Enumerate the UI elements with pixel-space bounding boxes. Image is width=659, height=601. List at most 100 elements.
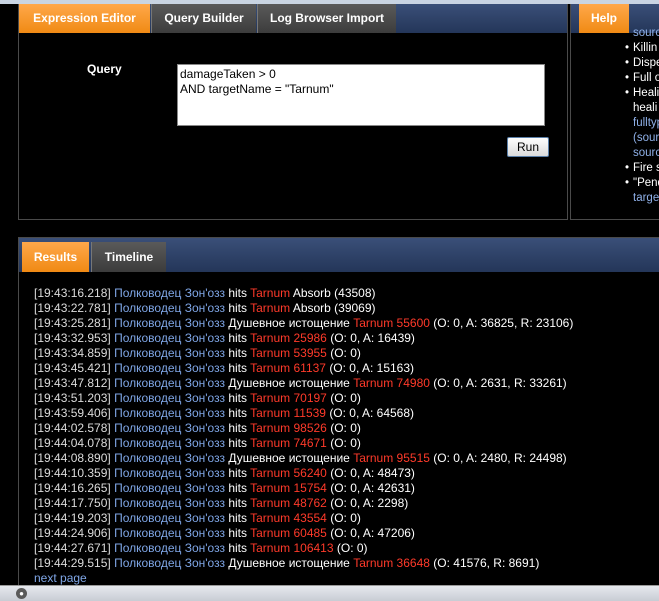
- tab-timeline[interactable]: Timeline: [91, 242, 166, 272]
- tab-log-browser-import[interactable]: Log Browser Import: [257, 4, 396, 33]
- help-link[interactable]: (sour: [633, 131, 659, 146]
- help-item-text: Fire s: [633, 162, 659, 174]
- log-timestamp: [19:44:10.359]: [34, 466, 111, 480]
- log-target: Tarnum: [250, 331, 291, 345]
- help-item: • Dispe: [571, 56, 659, 71]
- log-detail: (O: 0, A: 2480, R: 24498): [433, 451, 567, 465]
- log-action: hits: [228, 436, 247, 450]
- help-item[interactable]: sourc: [571, 146, 659, 161]
- log-source-link[interactable]: Полководец Зон'озз: [114, 451, 225, 465]
- log-source-link[interactable]: Полководец Зон'озз: [114, 526, 225, 540]
- log-detail: (O: 0, A: 16439): [330, 331, 415, 345]
- log-target: Tarnum: [250, 361, 291, 375]
- tab-expression-editor[interactable]: Expression Editor: [19, 4, 150, 33]
- log-timestamp: [19:44:16.265]: [34, 481, 111, 495]
- log-source-link[interactable]: Полководец Зон'озз: [114, 391, 225, 405]
- log-damage: 70197: [293, 391, 327, 405]
- log-target: Tarnum: [250, 436, 291, 450]
- log-action: hits: [228, 511, 247, 525]
- log-source-link[interactable]: Полководец Зон'озз: [114, 346, 225, 360]
- log-target: Tarnum: [353, 376, 394, 390]
- log-row: [19:43:47.812] Полководец Зон'озз Душевн…: [34, 376, 573, 391]
- log-source-link[interactable]: Полководец Зон'озз: [114, 481, 225, 495]
- log-row: [19:43:51.203] Полководец Зон'озз hits T…: [34, 391, 573, 406]
- log-row: [19:43:34.859] Полководец Зон'озз hits T…: [34, 346, 573, 361]
- log-target: Tarnum: [353, 451, 394, 465]
- next-page-row: next page: [34, 571, 573, 586]
- log-timestamp: [19:44:02.578]: [34, 421, 111, 435]
- log-damage: 25986: [293, 331, 327, 345]
- log-row: [19:44:27.671] Полководец Зон'озз hits T…: [34, 541, 573, 556]
- log-source-link[interactable]: Полководец Зон'озз: [114, 331, 225, 345]
- log-target: Tarnum: [250, 391, 291, 405]
- log-source-link[interactable]: Полководец Зон'озз: [114, 301, 225, 315]
- status-bar: ●: [0, 585, 659, 601]
- run-button[interactable]: Run: [507, 137, 549, 157]
- log-row: [19:44:16.265] Полководец Зон'озз hits T…: [34, 481, 573, 496]
- log-source-link[interactable]: Полководец Зон'озз: [114, 361, 225, 375]
- log-detail: (O: 0): [330, 391, 361, 405]
- log-timestamp: [19:44:08.890]: [34, 451, 111, 465]
- bullet-icon: •: [624, 57, 629, 69]
- log-source-link[interactable]: Полководец Зон'озз: [114, 541, 225, 555]
- help-link[interactable]: fulltyp: [633, 116, 659, 131]
- log-row: [19:44:19.203] Полководец Зон'озз hits T…: [34, 511, 573, 526]
- results-panel: Results Timeline [19:43:16.218] Полковод…: [18, 237, 659, 587]
- log-row: [19:44:04.078] Полководец Зон'озз hits T…: [34, 436, 573, 451]
- help-link[interactable]: sourc: [633, 26, 659, 41]
- log-source-link[interactable]: Полководец Зон'озз: [114, 466, 225, 480]
- tab-results[interactable]: Results: [22, 242, 89, 272]
- log-timestamp: [19:43:22.781]: [34, 301, 111, 315]
- log-timestamp: [19:43:34.859]: [34, 346, 111, 360]
- log-detail: (O: 0, A: 42631): [330, 481, 415, 495]
- log-target: Tarnum: [250, 346, 291, 360]
- log-source-link[interactable]: Полководец Зон'озз: [114, 511, 225, 525]
- help-item[interactable]: targe: [571, 191, 659, 206]
- log-damage: 74980: [396, 376, 430, 390]
- log-detail: (O: 0, A: 36825, R: 23106): [433, 316, 574, 330]
- log-timestamp: [19:44:27.671]: [34, 541, 111, 555]
- log-target: Tarnum: [353, 316, 394, 330]
- bullet-icon: •: [624, 177, 629, 189]
- log-damage: 98526: [293, 421, 327, 435]
- log-source-link[interactable]: Полководец Зон'озз: [114, 556, 225, 570]
- log-detail: (O: 0, A: 15163): [329, 361, 415, 375]
- help-item[interactable]: sourc: [571, 26, 659, 41]
- next-page-link[interactable]: next page: [34, 571, 87, 585]
- log-damage: 60485: [293, 526, 327, 540]
- log-action: hits: [228, 526, 247, 540]
- log-detail: (O: 0, A: 47206): [330, 526, 415, 540]
- log-target: Tarnum: [250, 481, 291, 495]
- log-source-link[interactable]: Полководец Зон'озз: [114, 436, 225, 450]
- globe-icon: ●: [16, 588, 27, 599]
- help-link[interactable]: sourc: [633, 146, 659, 161]
- bullet-icon: •: [624, 162, 629, 174]
- help-link[interactable]: targe: [633, 191, 659, 206]
- log-source-link[interactable]: Полководец Зон'озз: [114, 376, 225, 390]
- help-item[interactable]: fulltyp: [571, 116, 659, 131]
- log-damage: 11539: [293, 406, 326, 420]
- log-action: Душевное истощение: [228, 376, 350, 390]
- tab-query-builder[interactable]: Query Builder: [151, 4, 256, 33]
- log-source-link[interactable]: Полководец Зон'озз: [114, 286, 225, 300]
- log-source-link[interactable]: Полководец Зон'озз: [114, 406, 225, 420]
- log-detail: (O: 0): [330, 436, 361, 450]
- log-detail: (O: 0, A: 2298): [330, 496, 409, 510]
- log-timestamp: [19:43:25.281]: [34, 316, 111, 330]
- query-tabbar: Expression Editor Query Builder Log Brow…: [19, 4, 567, 33]
- log-row: [19:43:59.406] Полководец Зон'озз hits T…: [34, 406, 573, 421]
- log-damage: 15754: [293, 481, 327, 495]
- log-source-link[interactable]: Полководец Зон'озз: [114, 421, 225, 435]
- results-tabbar: Results Timeline: [19, 238, 659, 272]
- help-item: • Heali: [571, 86, 659, 101]
- log-damage: 95515: [396, 451, 430, 465]
- query-input[interactable]: damageTaken > 0 AND targetName = "Tarnum…: [177, 64, 545, 126]
- log-action: Душевное истощение: [228, 316, 350, 330]
- log-action: hits: [228, 331, 247, 345]
- log-source-link[interactable]: Полководец Зон'озз: [114, 496, 225, 510]
- log-action: hits: [228, 286, 247, 300]
- query-panel: Expression Editor Query Builder Log Brow…: [18, 4, 568, 220]
- log-source-link[interactable]: Полководец Зон'озз: [114, 316, 225, 330]
- help-item[interactable]: (sour: [571, 131, 659, 146]
- log-action: hits: [228, 541, 247, 555]
